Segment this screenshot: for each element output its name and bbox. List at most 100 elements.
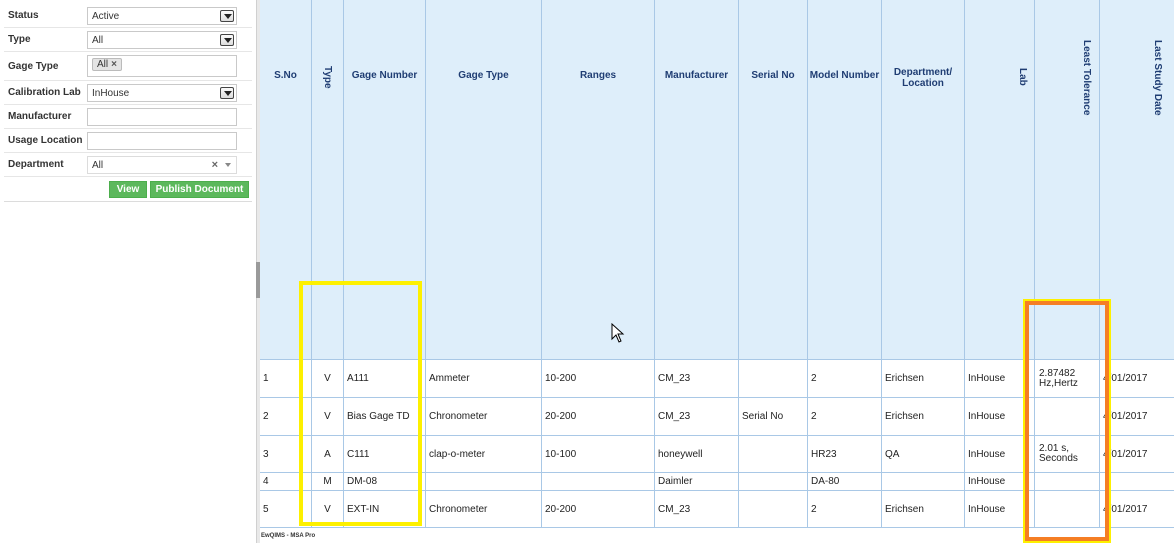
col-header-gage-type[interactable]: Gage Type bbox=[426, 0, 542, 359]
type-value: All bbox=[92, 35, 104, 46]
cell-gage-type: Ammeter bbox=[426, 360, 542, 397]
lab-text: InHouse bbox=[968, 411, 1006, 422]
cell-date: 4/01/2017 bbox=[1100, 436, 1174, 472]
gage-type-label: Gage Type bbox=[8, 61, 59, 72]
sno-text: 3 bbox=[263, 448, 269, 460]
col-header-model-number[interactable]: Model Number bbox=[808, 0, 882, 359]
calibration-lab-label: Calibration Lab bbox=[8, 87, 81, 98]
cell-manufacturer: CM_23 bbox=[655, 491, 739, 527]
col-header-model-number-label: Model Number bbox=[809, 70, 880, 81]
gage-type-text: Ammeter bbox=[429, 373, 470, 384]
ranges-text: 10-100 bbox=[545, 448, 577, 460]
manufacturer-text: Daimler bbox=[658, 476, 693, 487]
col-header-department[interactable]: Department/Location bbox=[882, 0, 965, 359]
cell-ranges bbox=[542, 473, 655, 490]
ranges-text: 20-200 bbox=[545, 411, 577, 422]
serial-no-text: Serial No bbox=[742, 411, 784, 422]
cell-serial-no bbox=[739, 360, 808, 397]
model-number-text: 2 bbox=[811, 411, 817, 422]
publish-document-button[interactable]: Publish Document bbox=[150, 181, 249, 198]
calibration-lab-select[interactable]: InHouse bbox=[87, 84, 237, 102]
col-header-department-label: Department/Location bbox=[882, 67, 964, 89]
gage-type-text: Chronometer bbox=[429, 411, 488, 422]
manufacturer-text: CM_23 bbox=[658, 411, 691, 422]
filter-row-status: Status Active bbox=[4, 4, 252, 28]
cell-serial-no: Serial No bbox=[739, 398, 808, 435]
col-header-manufacturer[interactable]: Manufacturer bbox=[655, 0, 739, 359]
department-text: QA bbox=[885, 448, 900, 460]
cell-gage-type: Chronometer bbox=[426, 491, 542, 527]
cell-serial-no bbox=[739, 473, 808, 490]
gage-type-text: Chronometer bbox=[429, 503, 488, 515]
gage-type-tag-label: All bbox=[97, 59, 109, 70]
type-label: Type bbox=[8, 34, 31, 45]
lab-text: InHouse bbox=[968, 476, 1006, 487]
sno-text: 1 bbox=[263, 373, 269, 384]
model-number-text: 2 bbox=[811, 373, 817, 384]
filter-row-usage-location: Usage Location bbox=[4, 129, 252, 153]
sno-text: 4 bbox=[263, 476, 269, 487]
lab-text: InHouse bbox=[968, 373, 1006, 384]
model-number-text: 2 bbox=[811, 503, 817, 515]
cell-date bbox=[1100, 473, 1174, 490]
department-value: All bbox=[92, 160, 104, 171]
col-header-last-study-date-label: Last Study Date bbox=[1152, 40, 1163, 116]
highlight-box-yellow bbox=[299, 281, 422, 526]
type-select[interactable]: All bbox=[87, 31, 237, 49]
clear-icon[interactable]: × bbox=[212, 159, 218, 171]
status-value: Active bbox=[92, 11, 120, 22]
manufacturer-input[interactable] bbox=[87, 108, 237, 126]
cell-gage-type: Chronometer bbox=[426, 398, 542, 435]
department-text: Erichsen bbox=[885, 503, 924, 515]
footer-text: EwQIMS - MSA Pro bbox=[261, 533, 316, 539]
manufacturer-label: Manufacturer bbox=[8, 111, 72, 122]
col-header-serial-no[interactable]: Serial No bbox=[739, 0, 808, 359]
status-label: Status bbox=[8, 10, 39, 21]
cell-date: 4/01/2017 bbox=[1100, 360, 1174, 397]
col-header-ranges-label: Ranges bbox=[579, 70, 617, 81]
gage-type-tag: All × bbox=[92, 58, 122, 71]
department-text: Erichsen bbox=[885, 373, 924, 384]
cell-model-number: 2 bbox=[808, 360, 882, 397]
ranges-text: 20-200 bbox=[545, 503, 577, 515]
cell-department: QA bbox=[882, 436, 965, 472]
department-select[interactable]: All × bbox=[87, 156, 237, 174]
cell-serial-no bbox=[739, 436, 808, 472]
ranges-text: 10-200 bbox=[545, 373, 577, 384]
view-button[interactable]: View bbox=[109, 181, 147, 198]
model-number-text: HR23 bbox=[811, 448, 837, 460]
usage-location-input[interactable] bbox=[87, 132, 237, 150]
filter-row-department: Department All × bbox=[4, 153, 252, 177]
chevron-down-icon[interactable] bbox=[220, 34, 234, 46]
cell-department: Erichsen bbox=[882, 491, 965, 527]
manufacturer-text: honeywell bbox=[658, 448, 703, 460]
chevron-down-icon[interactable] bbox=[220, 87, 234, 99]
caret-down-icon[interactable] bbox=[225, 163, 231, 167]
col-header-gage-type-label: Gage Type bbox=[458, 70, 509, 81]
col-header-gage-number-label: Gage Number bbox=[351, 70, 418, 81]
status-select[interactable]: Active bbox=[87, 7, 237, 25]
col-header-last-study-date[interactable]: Last Study Date bbox=[1100, 0, 1174, 359]
panel-divider bbox=[4, 201, 252, 202]
cell-model-number: DA-80 bbox=[808, 473, 882, 490]
sno-text: 2 bbox=[263, 411, 269, 422]
gage-type-multiselect[interactable]: All × bbox=[87, 55, 237, 77]
cell-date: 4/01/2017 bbox=[1100, 398, 1174, 435]
cell-gage-type bbox=[426, 473, 542, 490]
tag-remove-icon[interactable]: × bbox=[111, 59, 117, 70]
filter-row-gage-type: Gage Type All × bbox=[4, 52, 252, 81]
cell-ranges: 10-100 bbox=[542, 436, 655, 472]
department-label: Department bbox=[8, 159, 64, 170]
lab-text: InHouse bbox=[968, 448, 1006, 460]
cell-department bbox=[882, 473, 965, 490]
cell-ranges: 20-200 bbox=[542, 491, 655, 527]
col-header-ranges[interactable]: Ranges bbox=[542, 0, 655, 359]
cell-manufacturer: CM_23 bbox=[655, 360, 739, 397]
cell-ranges: 20-200 bbox=[542, 398, 655, 435]
col-header-serial-no-label: Serial No bbox=[751, 70, 795, 81]
manufacturer-text: CM_23 bbox=[658, 373, 691, 384]
manufacturer-text: CM_23 bbox=[658, 503, 691, 515]
chevron-down-icon[interactable] bbox=[220, 10, 234, 22]
cell-gage-type: clap-o-meter bbox=[426, 436, 542, 472]
cell-model-number: 2 bbox=[808, 398, 882, 435]
